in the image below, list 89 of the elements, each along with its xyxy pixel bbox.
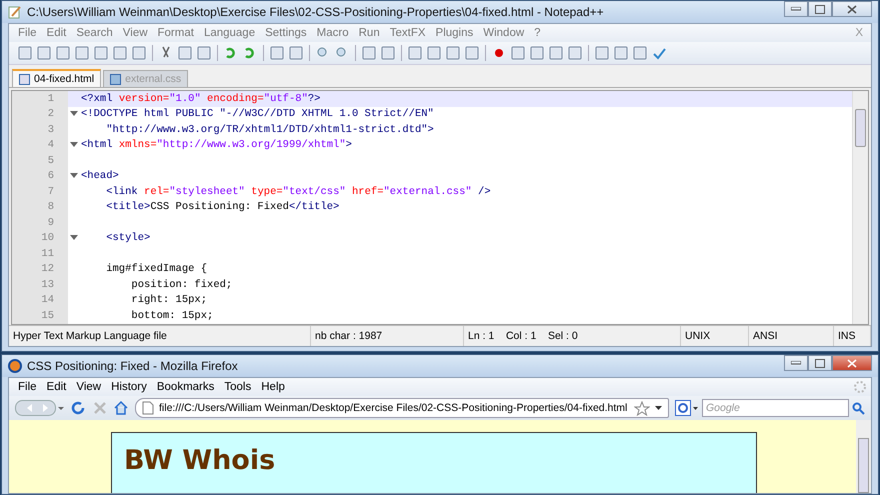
- loading-icon: [853, 380, 867, 394]
- close-button[interactable]: [832, 355, 872, 371]
- line-number: 2: [12, 106, 68, 122]
- menu-item[interactable]: Search: [71, 27, 118, 39]
- menu-item[interactable]: Language: [198, 27, 260, 39]
- line-number: 9: [12, 215, 68, 230]
- globe-icon: [8, 359, 22, 373]
- line-number: 1: [12, 91, 68, 106]
- back-forward-icon[interactable]: [15, 399, 65, 417]
- line-number: 6: [12, 168, 68, 184]
- status-field: UNIX: [681, 326, 749, 346]
- search-icon[interactable]: [852, 402, 865, 414]
- line-number: 7: [12, 184, 68, 200]
- address-field[interactable]: file:///C:/Users/William Weinman/Desktop/Exercise Files/02-CSS-Positioning-Properties/04-fixed.html: [135, 398, 669, 418]
- page-heading: BW Whois: [124, 445, 276, 476]
- code-line: img#fixedImage {: [105, 263, 208, 276]
- menu-item[interactable]: Tools: [219, 381, 256, 393]
- menu-item[interactable]: History: [106, 381, 152, 393]
- line-number: 12: [12, 262, 68, 277]
- menu-item[interactable]: Edit: [42, 27, 72, 39]
- scrollbar[interactable]: [852, 91, 868, 324]
- search-engine-icon[interactable]: [675, 400, 699, 416]
- code-line: bottom: 15px;: [130, 310, 214, 322]
- line-number: 14: [12, 292, 68, 308]
- menu-item[interactable]: Edit: [42, 381, 72, 393]
- menu-item[interactable]: Plugins: [430, 27, 478, 39]
- line-number: 8: [12, 200, 68, 215]
- line-number: 13: [12, 277, 68, 292]
- menu-item[interactable]: ?: [529, 27, 546, 39]
- status-field: nb char : 1987: [311, 326, 464, 346]
- code-line: <html xmlns="http://www.w3.org/1999/xhtml">: [80, 139, 352, 152]
- minimize-icon: [791, 7, 801, 11]
- code-line: <!DOCTYPE html PUBLIC "-//W3C//DTD XHTML 1.0 Strict//EN": [80, 108, 434, 120]
- close-document-button[interactable]: X: [855, 27, 867, 39]
- close-button[interactable]: [832, 1, 872, 17]
- maximize-icon: [815, 4, 825, 14]
- fold-icon[interactable]: [70, 111, 78, 118]
- menu-item[interactable]: View: [118, 27, 153, 39]
- menu-item[interactable]: Format: [152, 27, 199, 39]
- page-icon: [142, 401, 154, 415]
- status-field: Hyper Text Markup Language file: [9, 326, 311, 346]
- menu-item[interactable]: Settings: [260, 27, 312, 39]
- code-line: position: fixed;: [130, 278, 232, 291]
- menu-item[interactable]: Run: [354, 27, 385, 39]
- menu-item[interactable]: Window: [478, 27, 530, 39]
- menu-item[interactable]: Bookmarks: [152, 381, 220, 393]
- code-line: <?xml version="1.0" encoding="utf-8"?>: [80, 92, 320, 105]
- line-number: 5: [12, 153, 68, 168]
- line-number: 10: [12, 230, 68, 246]
- line-number: 4: [12, 138, 68, 153]
- notepad-icon: [8, 5, 22, 19]
- menu-item[interactable]: File: [13, 381, 42, 393]
- status-field: INS: [834, 326, 871, 346]
- maximize-button[interactable]: [808, 355, 832, 371]
- menu-item[interactable]: Macro: [312, 27, 354, 39]
- code-line: "http://www.w3.org/TR/xhtml1/DTD/xhtml1-strict.dtd">: [105, 124, 434, 136]
- search-field[interactable]: Google: [702, 399, 849, 417]
- scrollbar[interactable]: [856, 420, 871, 493]
- reload-icon[interactable]: [71, 400, 87, 416]
- fold-icon[interactable]: [70, 173, 78, 180]
- maximize-icon: [815, 358, 825, 368]
- window-title: CSS Positioning: Fixed - Mozilla Firefox: [27, 359, 238, 373]
- status-field: ANSI: [749, 326, 834, 346]
- minimize-button[interactable]: [784, 355, 808, 371]
- fold-icon[interactable]: [70, 142, 78, 148]
- code-line: <link rel="stylesheet" type="text/css" href="external.css" />: [105, 186, 491, 198]
- code-line: <head>: [80, 170, 119, 182]
- line-number: 11: [12, 246, 68, 262]
- menu-item[interactable]: File: [13, 27, 42, 39]
- maximize-button[interactable]: [808, 1, 832, 17]
- file-icon: [110, 74, 122, 84]
- minimize-icon: [791, 361, 801, 365]
- file-icon: [19, 74, 30, 84]
- menu-item[interactable]: View: [71, 381, 106, 393]
- code-line: right: 15px;: [130, 294, 208, 306]
- minimize-button[interactable]: [784, 1, 808, 17]
- file-tab[interactable]: 04-fixed.html: [12, 69, 102, 87]
- line-number: 3: [12, 122, 68, 138]
- window-title: C:\Users\William Weinman\Desktop\Exercise Files\02-CSS-Positioning-Properties\04-fixed.html - Notepad++: [27, 5, 604, 19]
- line-number: 15: [12, 308, 68, 324]
- star-icon[interactable]: [634, 400, 650, 416]
- status-field: Ln : 1 Col : 1 Sel : 0: [464, 326, 681, 346]
- menu-item[interactable]: Help: [256, 381, 290, 393]
- fold-icon[interactable]: [70, 235, 78, 242]
- menu-item[interactable]: TextFX: [384, 27, 431, 39]
- code-line: <title>CSS Positioning: Fixed</title>: [105, 201, 340, 214]
- dropdown-icon[interactable]: [655, 406, 662, 410]
- home-icon[interactable]: [113, 400, 129, 416]
- code-line: <style>: [105, 232, 150, 244]
